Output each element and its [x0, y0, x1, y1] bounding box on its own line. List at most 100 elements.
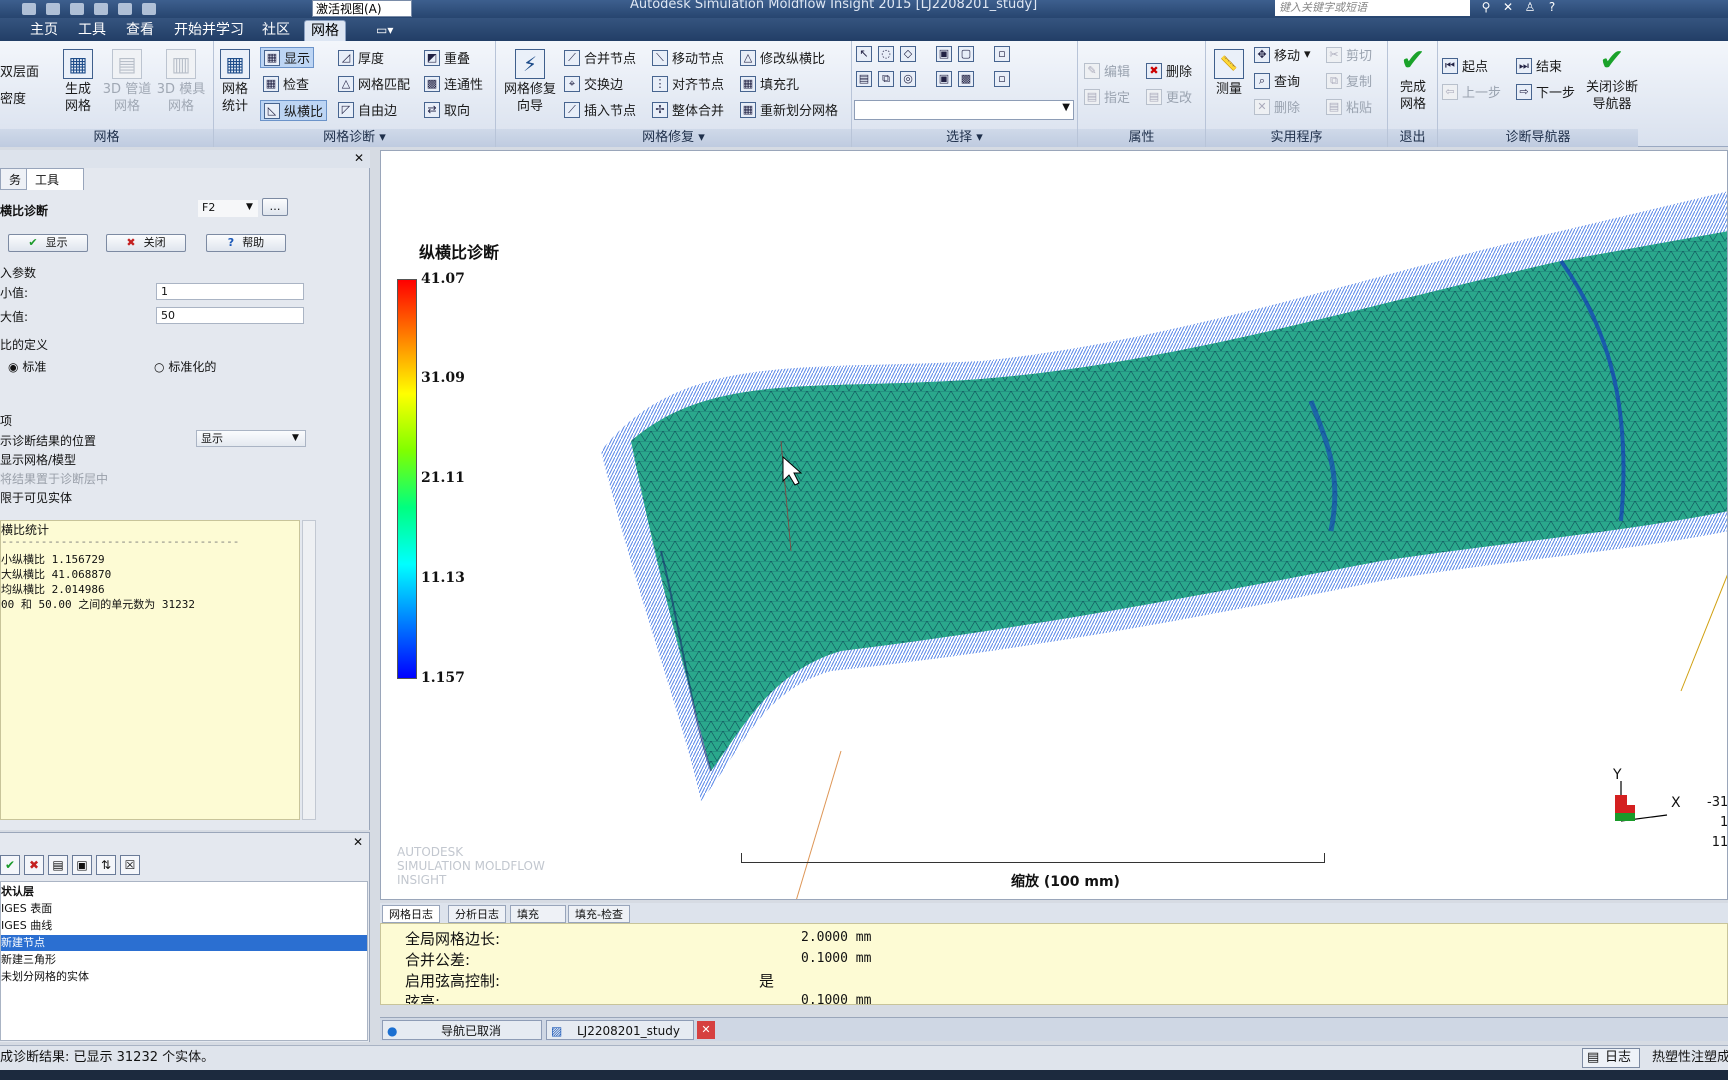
- select-layer-icon[interactable]: ▤: [856, 71, 872, 87]
- tab-analysis-log[interactable]: 分析日志: [448, 905, 506, 923]
- show-button[interactable]: ✔ 显示: [8, 234, 88, 252]
- nav-prev-button[interactable]: ⇦ 上一步: [1442, 82, 1501, 101]
- tab-view[interactable]: 查看: [120, 20, 160, 41]
- show-diag-button[interactable]: ▦ 显示: [260, 47, 315, 68]
- more-button[interactable]: …: [262, 198, 288, 216]
- select-window-icon[interactable]: ▢: [958, 46, 974, 62]
- edit-property-button[interactable]: ✎ 编辑: [1084, 61, 1130, 80]
- pipe-3d-mesh-button[interactable]: ▤ 3D 管道 网格: [102, 49, 152, 115]
- insert-node-button[interactable]: ⟋ 插入节点: [564, 100, 636, 119]
- open-icon[interactable]: [46, 3, 60, 15]
- normalized-radio[interactable]: ○ 标准化的: [154, 358, 216, 375]
- keyword-search-input[interactable]: 键入关键字或短语: [1275, 0, 1470, 16]
- deselect-icon[interactable]: ▫: [994, 71, 1010, 87]
- undo-icon[interactable]: [94, 3, 108, 15]
- delete-entity-button[interactable]: ✕ 删除: [1254, 97, 1300, 116]
- change-property-button[interactable]: ▤ 更改: [1146, 87, 1192, 106]
- align-nodes-button[interactable]: ⋮ 对齐节点: [652, 74, 724, 93]
- stats-scrollbar[interactable]: [302, 520, 316, 820]
- repair-wizard-button[interactable]: ⚡ 网格修复 向导: [502, 49, 558, 115]
- tab-community[interactable]: 社区: [256, 20, 296, 41]
- select-dim-icon[interactable]: ▫: [994, 46, 1010, 62]
- density-button[interactable]: 密度: [0, 88, 26, 107]
- layer-check-icon[interactable]: ✔: [0, 855, 20, 875]
- redo-icon[interactable]: [118, 3, 132, 15]
- close-tab-icon[interactable]: ✕: [697, 1021, 715, 1039]
- layer-table-icon[interactable]: ▤: [48, 855, 68, 875]
- max-value-input[interactable]: 50: [156, 307, 304, 324]
- tab-start-learn[interactable]: 开始并学习: [168, 20, 250, 41]
- tab-mesh[interactable]: 网格: [304, 20, 346, 41]
- layer-item[interactable]: 新建三角形: [1, 952, 367, 968]
- show-mesh-checkbox[interactable]: 显示网格/模型: [0, 451, 76, 468]
- close-button[interactable]: ✖ 关闭: [106, 234, 186, 252]
- tab-home[interactable]: 主页: [24, 20, 64, 41]
- tab-study[interactable]: ▨ LJ2208201_study ✕: [546, 1020, 715, 1040]
- move-nodes-button[interactable]: ⟍ 移动节点: [652, 48, 724, 67]
- check-button[interactable]: ▦ 检查: [263, 74, 309, 93]
- select-shrink-icon[interactable]: ▩: [958, 71, 974, 87]
- swap-edge-button[interactable]: ⌖ 交换边: [564, 74, 623, 93]
- help-button[interactable]: ? 帮助: [206, 234, 286, 252]
- close-navigator-button[interactable]: ✔ 关闭诊断 导航器: [1584, 46, 1640, 113]
- delete-property-button[interactable]: ✖ 删除: [1146, 61, 1192, 80]
- tab-tools[interactable]: 工具: [72, 20, 112, 41]
- copy-button[interactable]: ⧉ 复制: [1326, 71, 1372, 90]
- paste-button[interactable]: ▤ 粘贴: [1326, 97, 1372, 116]
- cut-button[interactable]: ✂ 剪切: [1326, 45, 1372, 64]
- fix-aspect-ratio-button[interactable]: △ 修改纵横比: [740, 48, 825, 67]
- select-grow-icon[interactable]: ▣: [936, 71, 952, 87]
- help-icon[interactable]: ?: [1544, 0, 1560, 14]
- layer-item[interactable]: IGES 曲线: [1, 918, 367, 934]
- quick-access-toolbar[interactable]: [0, 0, 156, 18]
- visible-only-checkbox[interactable]: 限于可见实体: [0, 489, 72, 506]
- layer-item-selected[interactable]: 新建节点: [1, 935, 367, 951]
- orientation-button[interactable]: ⇄ 取向: [424, 100, 470, 119]
- select-property-icon[interactable]: ◎: [900, 71, 916, 87]
- connectivity-button[interactable]: ▩ 连通性: [424, 74, 483, 93]
- tab-fill[interactable]: 填充: [510, 905, 566, 923]
- min-value-input[interactable]: 1: [156, 283, 304, 300]
- standard-radio[interactable]: ◉ 标准: [8, 358, 46, 375]
- free-edges-button[interactable]: ◸ 自由边: [338, 100, 397, 119]
- select-expand-icon[interactable]: ▣: [936, 46, 952, 62]
- select-poly-icon[interactable]: ◇: [900, 46, 916, 62]
- select-arrow-icon[interactable]: ↖: [856, 46, 872, 62]
- print-icon[interactable]: [142, 3, 156, 15]
- remesh-button[interactable]: ▦ 重新划分网格: [740, 100, 838, 119]
- tab-fill-check[interactable]: 填充-检查: [568, 905, 630, 923]
- nav-end-button[interactable]: ⏭ 结束: [1516, 56, 1562, 75]
- query-button[interactable]: ⌕ 查询: [1254, 71, 1300, 90]
- model-viewport[interactable]: 纵横比诊断 41.07 31.09 21.11 11.13 1.157 AUTO…: [380, 150, 1728, 900]
- merge-nodes-button[interactable]: ⟋ 合并节点: [564, 48, 636, 67]
- nav-next-button[interactable]: ⇨ 下一步: [1516, 82, 1575, 101]
- select-plane-icon[interactable]: ⧉: [878, 71, 894, 87]
- save-icon[interactable]: [70, 3, 84, 15]
- fill-hole-button[interactable]: ▦ 填充孔: [740, 74, 799, 93]
- finish-mesh-button[interactable]: ✔ 完成 网格: [1390, 46, 1436, 113]
- layer-clear-icon[interactable]: ☒: [120, 855, 140, 875]
- tab-navigation[interactable]: ● 导航已取消: [382, 1020, 542, 1040]
- layer-item[interactable]: IGES 表面: [1, 901, 367, 917]
- put-in-layer-checkbox[interactable]: 将结果置于诊断层中: [0, 470, 108, 487]
- close-icon[interactable]: ✕: [354, 151, 364, 165]
- user-icon[interactable]: ♙: [1522, 0, 1538, 14]
- tab-tools-panel[interactable]: 工具: [26, 168, 84, 190]
- dual-layer-dropdown[interactable]: 双层面: [0, 61, 39, 80]
- layer-delete-icon[interactable]: ✖: [24, 855, 44, 875]
- layer-image-icon[interactable]: ▣: [72, 855, 92, 875]
- assign-property-button[interactable]: ▤ 指定: [1084, 87, 1130, 106]
- layer-tree-icon[interactable]: ⇅: [96, 855, 116, 875]
- generate-mesh-button[interactable]: ▦ 生成 网格: [58, 49, 98, 115]
- aspect-ratio-button[interactable]: ◺ 纵横比: [260, 100, 328, 121]
- mold-3d-mesh-button[interactable]: ▥ 3D 模具 网格: [156, 49, 206, 115]
- move-dropdown[interactable]: ✥ 移动 ▾: [1254, 45, 1311, 64]
- layer-item[interactable]: 状认层: [1, 884, 367, 900]
- overlap-button[interactable]: ◩ 重叠: [424, 48, 470, 67]
- close-icon[interactable]: ✕: [353, 835, 363, 849]
- tab-mesh-log[interactable]: 网格日志: [382, 905, 440, 923]
- log-toggle-button[interactable]: ▤ 日志: [1582, 1048, 1640, 1068]
- active-view-dropdown[interactable]: 激活视图(A): [312, 0, 412, 17]
- selection-filter-dropdown[interactable]: ▼: [854, 100, 1074, 120]
- global-merge-button[interactable]: ✢ 整体合并: [652, 100, 724, 119]
